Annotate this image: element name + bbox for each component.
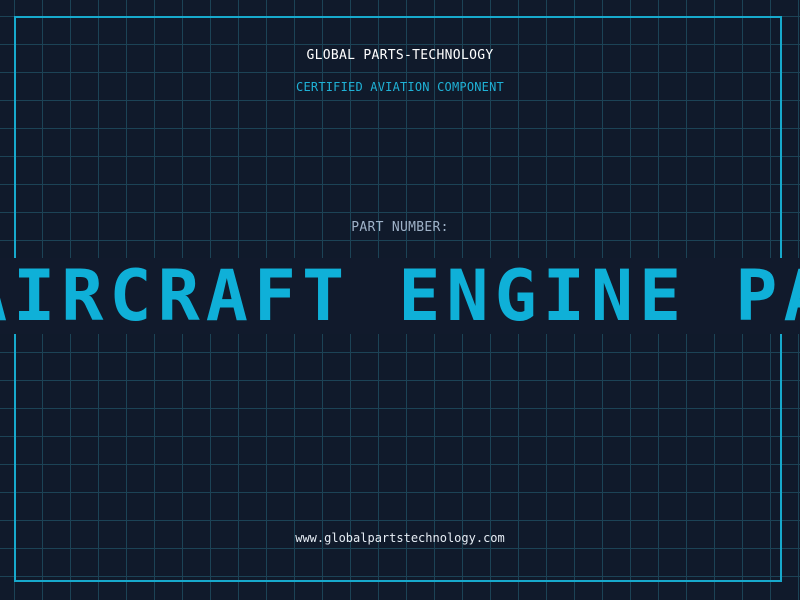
part-number-label: PART NUMBER:: [351, 220, 449, 235]
website-url: www.globalpartstechnology.com: [295, 531, 505, 545]
part-number-value: AIRCRAFT ENGINE PARTS: [0, 258, 800, 334]
company-name: GLOBAL PARTS-TECHNOLOGY: [306, 48, 494, 63]
part-number-banner: AIRCRAFT ENGINE PARTS: [0, 258, 800, 334]
tagline: CERTIFIED AVIATION COMPONENT: [296, 80, 504, 94]
